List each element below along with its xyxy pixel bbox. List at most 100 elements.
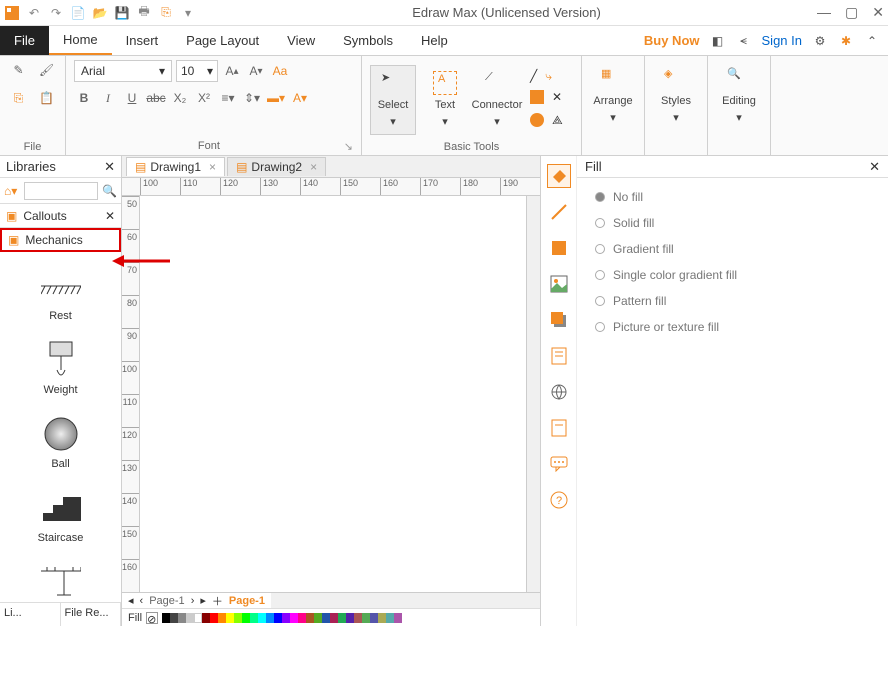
shape-staircase[interactable]: Staircase — [0, 480, 121, 554]
highlight-button[interactable]: ▬▾ — [266, 88, 286, 108]
crop-icon[interactable]: ⟁ — [552, 113, 563, 130]
qat-dropdown-icon[interactable]: ▾ — [180, 5, 196, 21]
line-spacing-button[interactable]: ⇕▾ — [242, 88, 262, 108]
close-icon[interactable]: ✕ — [872, 4, 884, 21]
redo-icon[interactable]: ↷ — [48, 5, 64, 21]
bottom-tab-library[interactable]: Li... — [0, 603, 61, 626]
square-shape-icon[interactable] — [530, 90, 544, 107]
shape-ball[interactable]: Ball — [0, 406, 121, 480]
font-size-select[interactable]: 10▾ — [176, 60, 218, 82]
drawing-canvas[interactable] — [140, 196, 526, 592]
shape-antenna[interactable] — [0, 554, 121, 602]
picture-panel-icon[interactable] — [547, 272, 571, 296]
new-icon[interactable]: 📄 — [70, 5, 86, 21]
fill-opt-solid[interactable]: Solid fill — [595, 216, 870, 230]
circle-shape-icon[interactable] — [530, 113, 544, 130]
underline-button[interactable]: U — [122, 88, 142, 108]
close-libraries-icon[interactable]: ✕ — [104, 159, 115, 175]
layers-panel-icon[interactable] — [547, 416, 571, 440]
shape-panel-icon[interactable] — [547, 236, 571, 260]
share-box-icon[interactable]: ◧ — [710, 33, 726, 49]
undo-icon[interactable]: ↶ — [26, 5, 42, 21]
doc-tab-drawing2[interactable]: ▤ Drawing2 × — [227, 157, 326, 176]
no-fill-swatch[interactable]: ⊘ — [146, 612, 158, 624]
paste-icon[interactable]: 📋 — [37, 88, 57, 108]
font-launcher-icon[interactable]: ↘ — [344, 140, 353, 153]
bullets-button[interactable]: ≡▾ — [218, 88, 238, 108]
fill-opt-no-fill[interactable]: No fill — [595, 190, 870, 204]
comment-panel-icon[interactable] — [547, 452, 571, 476]
bold-button[interactable]: B — [74, 88, 94, 108]
library-home-icon[interactable]: ⌂▾ — [4, 184, 20, 198]
shape-weight[interactable]: Weight — [0, 332, 121, 406]
add-page-icon[interactable]: ＋ — [212, 593, 223, 609]
file-menu[interactable]: File — [0, 26, 49, 55]
sign-in-link[interactable]: Sign In — [762, 33, 802, 48]
tab-insert[interactable]: Insert — [112, 26, 173, 55]
open-icon[interactable]: 📂 — [92, 5, 108, 21]
subscript-button[interactable]: X₂ — [170, 88, 190, 108]
fill-opt-gradient[interactable]: Gradient fill — [595, 242, 870, 256]
arc-shape-icon[interactable]: ⤷ — [545, 69, 552, 84]
styles-button[interactable]: ◈ Styles▾ — [653, 60, 699, 130]
decrease-font-icon[interactable]: A▾ — [246, 61, 266, 81]
vertical-scrollbar[interactable] — [526, 196, 540, 592]
copy-icon[interactable]: ⎘ — [9, 88, 29, 108]
settings-icon[interactable]: ⚙ — [812, 33, 828, 49]
help-panel-icon[interactable]: ? — [547, 488, 571, 512]
minimize-icon[interactable]: — — [817, 4, 831, 21]
bottom-tab-file-recovery[interactable]: File Re... — [61, 603, 122, 626]
library-search-icon[interactable]: 🔍 — [102, 184, 117, 198]
color-swatches[interactable] — [162, 613, 402, 623]
maximize-icon[interactable]: ▢ — [845, 4, 858, 21]
page-nav-next-icon[interactable]: › — [191, 595, 195, 607]
export-icon[interactable]: ⎘ — [158, 5, 174, 21]
line-panel-icon[interactable] — [547, 200, 571, 224]
increase-font-icon[interactable]: A▴ — [222, 61, 242, 81]
library-cat-callouts[interactable]: ▣ Callouts ✕ — [0, 204, 121, 228]
page-tab[interactable]: Page-1 — [149, 595, 184, 607]
buy-now-link[interactable]: Buy Now — [644, 33, 700, 48]
case-icon[interactable]: Aa — [270, 61, 290, 81]
shape-rest[interactable]: Rest — [0, 258, 121, 332]
close-tab-icon[interactable]: × — [209, 160, 216, 174]
save-icon[interactable]: 💾 — [114, 5, 130, 21]
fill-opt-single-gradient[interactable]: Single color gradient fill — [595, 268, 870, 282]
fill-panel-icon[interactable] — [547, 164, 571, 188]
horizontal-scrollbar[interactable] — [271, 593, 540, 608]
format-painter-brush-icon[interactable]: 🖌 — [37, 60, 57, 80]
editing-button[interactable]: 🔍 Editing▾ — [716, 60, 762, 130]
italic-button[interactable]: I — [98, 88, 118, 108]
select-tool[interactable]: ➤ Select▾ — [370, 65, 416, 135]
share-icon[interactable]: ⪪ — [736, 33, 752, 49]
strikethrough-button[interactable]: abc — [146, 88, 166, 108]
page-nav-prev-icon[interactable]: ‹ — [140, 595, 144, 607]
line-shape-icon[interactable]: ╱ — [530, 69, 537, 84]
fill-opt-pattern[interactable]: Pattern fill — [595, 294, 870, 308]
format-painter-cursor-icon[interactable]: ✎ — [9, 60, 29, 80]
library-search-input[interactable] — [24, 182, 98, 200]
library-cat-mechanics[interactable]: ▣ Mechanics — [0, 228, 121, 252]
delete-shape-icon[interactable]: ✕ — [552, 90, 562, 107]
text-tool[interactable]: A Text▾ — [422, 65, 468, 135]
doc-tab-drawing1[interactable]: ▤ Drawing1 × — [126, 157, 225, 176]
shadow-panel-icon[interactable] — [547, 308, 571, 332]
fill-opt-picture[interactable]: Picture or texture fill — [595, 320, 870, 334]
font-family-select[interactable]: Arial▾ — [74, 60, 172, 82]
superscript-button[interactable]: X² — [194, 88, 214, 108]
collapse-ribbon-icon[interactable]: ⌃ — [864, 33, 880, 49]
app-logo-icon[interactable]: ✱ — [838, 33, 854, 49]
page-nav-last-icon[interactable]: ▸ — [200, 594, 206, 607]
connector-tool[interactable]: ⟋ Connector▾ — [474, 65, 520, 135]
close-tab-icon[interactable]: × — [310, 160, 317, 174]
tab-help[interactable]: Help — [407, 26, 462, 55]
close-cat-icon[interactable]: ✕ — [105, 209, 115, 223]
web-panel-icon[interactable] — [547, 380, 571, 404]
tab-symbols[interactable]: Symbols — [329, 26, 407, 55]
page-nav-first-icon[interactable]: ◂ — [128, 594, 134, 607]
close-panel-icon[interactable]: ✕ — [869, 159, 880, 175]
font-color-button[interactable]: A▾ — [290, 88, 310, 108]
tab-home[interactable]: Home — [49, 26, 112, 55]
tab-page-layout[interactable]: Page Layout — [172, 26, 273, 55]
print-icon[interactable]: 🖶 — [136, 5, 152, 21]
